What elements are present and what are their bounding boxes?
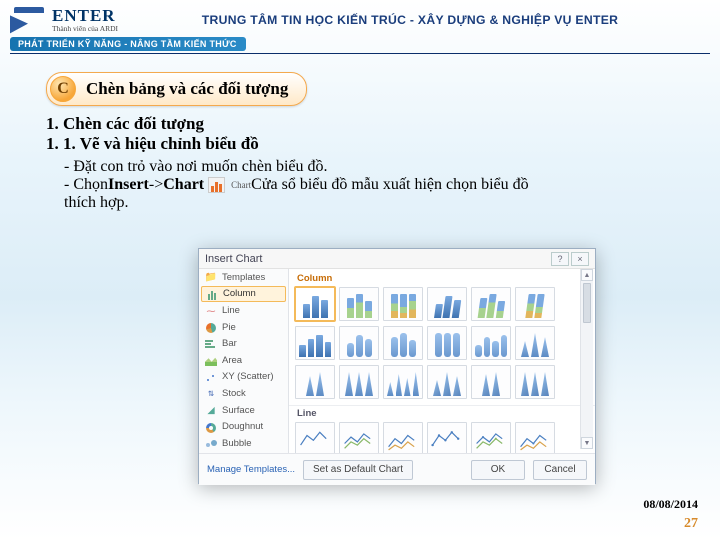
- dialog-titlebar: Insert Chart ? ×: [199, 249, 595, 269]
- section-chip: C Chèn bảng và các đối tượng: [46, 72, 307, 106]
- center-title: TRUNG TÂM TIN HỌC KIẾN TRÚC - XÂY DỰNG &…: [118, 13, 710, 27]
- chart-thumb[interactable]: [427, 365, 467, 399]
- chip-letter: C: [50, 76, 76, 102]
- sidebar-item-radar[interactable]: ✱Radar: [199, 452, 288, 453]
- chart-thumb[interactable]: [295, 287, 335, 321]
- sidebar-item-xy[interactable]: XY (Scatter): [199, 369, 288, 386]
- logo-icon: [10, 7, 46, 33]
- column-row-1: [289, 287, 595, 326]
- close-button[interactable]: ×: [571, 252, 589, 266]
- help-button[interactable]: ?: [551, 252, 569, 266]
- ok-button[interactable]: OK: [471, 460, 525, 480]
- category-sidebar: 📁Templates Column ⁓Line Pie Bar Area XY …: [199, 269, 289, 453]
- chart-thumb[interactable]: [383, 365, 423, 399]
- chart-thumb[interactable]: [295, 326, 335, 360]
- column-row-3: [289, 365, 595, 404]
- sidebar-item-line[interactable]: ⁓Line: [199, 302, 288, 319]
- bullet-list: - Đặt con trỏ vào nơi muốn chèn biểu đồ.…: [64, 158, 674, 212]
- scroll-up-icon[interactable]: ▲: [581, 269, 593, 281]
- chart-thumb[interactable]: [471, 326, 511, 360]
- chip-title: Chèn bảng và các đối tượng: [86, 79, 288, 99]
- chart-thumb[interactable]: [339, 326, 379, 360]
- chart-thumb[interactable]: [295, 365, 335, 399]
- heading-2: 1. 1. Vẽ và hiệu chỉnh biểu đồ: [46, 134, 674, 154]
- sidebar-item-bar[interactable]: Bar: [199, 335, 288, 352]
- chart-thumb[interactable]: [515, 287, 555, 321]
- line-row: [289, 422, 595, 453]
- sidebar-item-stock[interactable]: ⇅Stock: [199, 385, 288, 402]
- chart-thumb[interactable]: [471, 287, 511, 321]
- slide-footer: 08/08/2014 27: [643, 497, 698, 532]
- chart-thumb[interactable]: [383, 287, 423, 321]
- sidebar-item-area[interactable]: Area: [199, 352, 288, 369]
- chart-thumb[interactable]: [295, 422, 335, 453]
- bullet-3: thích hợp.: [64, 194, 674, 212]
- sidebar-item-templates[interactable]: 📁Templates: [199, 269, 288, 286]
- slide-header: ENTER Thành viên của ARDI TRUNG TÂM TIN …: [0, 0, 720, 33]
- set-default-button[interactable]: Set as Default Chart: [303, 460, 413, 480]
- chart-icon: [208, 177, 225, 193]
- dialog-body: 📁Templates Column ⁓Line Pie Bar Area XY …: [199, 269, 595, 453]
- scroll-thumb[interactable]: [583, 283, 591, 323]
- chart-thumb[interactable]: [339, 422, 379, 453]
- chart-thumb[interactable]: [471, 365, 511, 399]
- chart-thumb[interactable]: [515, 365, 555, 399]
- logo: ENTER Thành viên của ARDI: [10, 6, 118, 33]
- group-label-column: Column: [289, 271, 595, 287]
- promo-bar: PHÁT TRIỂN KỸ NĂNG - NÂNG TẦM KIẾN THỨC: [10, 37, 246, 51]
- content-area: C Chèn bảng và các đối tượng 1. Chèn các…: [0, 64, 720, 212]
- group-label-line: Line: [289, 406, 595, 422]
- sidebar-item-pie[interactable]: Pie: [199, 319, 288, 336]
- chart-gallery: Column: [289, 269, 595, 453]
- chart-thumb[interactable]: [339, 287, 379, 321]
- footer-date: 08/08/2014: [643, 497, 698, 512]
- sidebar-item-doughnut[interactable]: Doughnut: [199, 418, 288, 435]
- chart-thumb[interactable]: [515, 326, 555, 360]
- sidebar-item-surface[interactable]: ◢Surface: [199, 402, 288, 419]
- chart-thumb[interactable]: [471, 422, 511, 453]
- chart-thumb[interactable]: [427, 326, 467, 360]
- logo-subtitle: Thành viên của ARDI: [52, 24, 118, 33]
- sidebar-item-bubble[interactable]: Bubble: [199, 435, 288, 452]
- chart-thumb[interactable]: [515, 422, 555, 453]
- dialog-footer: Manage Templates... Set as Default Chart…: [199, 453, 595, 485]
- chart-thumb[interactable]: [339, 365, 379, 399]
- insert-chart-dialog: Insert Chart ? × 📁Templates Column ⁓Line…: [198, 248, 596, 484]
- manage-templates-link[interactable]: Manage Templates...: [207, 464, 295, 475]
- dialog-title: Insert Chart: [205, 253, 262, 265]
- logo-brand: ENTER: [52, 6, 118, 26]
- gallery-scrollbar[interactable]: ▲ ▼: [580, 269, 593, 449]
- header-rule: [10, 53, 710, 54]
- footer-page: 27: [643, 516, 698, 532]
- logo-text: ENTER Thành viên của ARDI: [52, 6, 118, 33]
- chart-thumb[interactable]: [383, 422, 423, 453]
- chart-icon-label: Chart: [231, 180, 251, 190]
- chart-thumb[interactable]: [427, 422, 467, 453]
- chart-thumb[interactable]: [383, 326, 423, 360]
- sidebar-item-column[interactable]: Column: [201, 286, 286, 303]
- bullet-2: - Chọn Insert -> Chart Chart Cửa sổ biểu…: [64, 176, 674, 194]
- bullet-1: - Đặt con trỏ vào nơi muốn chèn biểu đồ.: [64, 158, 674, 176]
- heading-1: 1. Chèn các đối tượng: [46, 114, 674, 134]
- chart-thumb[interactable]: [427, 287, 467, 321]
- column-row-2: [289, 326, 595, 365]
- cancel-button[interactable]: Cancel: [533, 460, 587, 480]
- scroll-down-icon[interactable]: ▼: [581, 437, 593, 449]
